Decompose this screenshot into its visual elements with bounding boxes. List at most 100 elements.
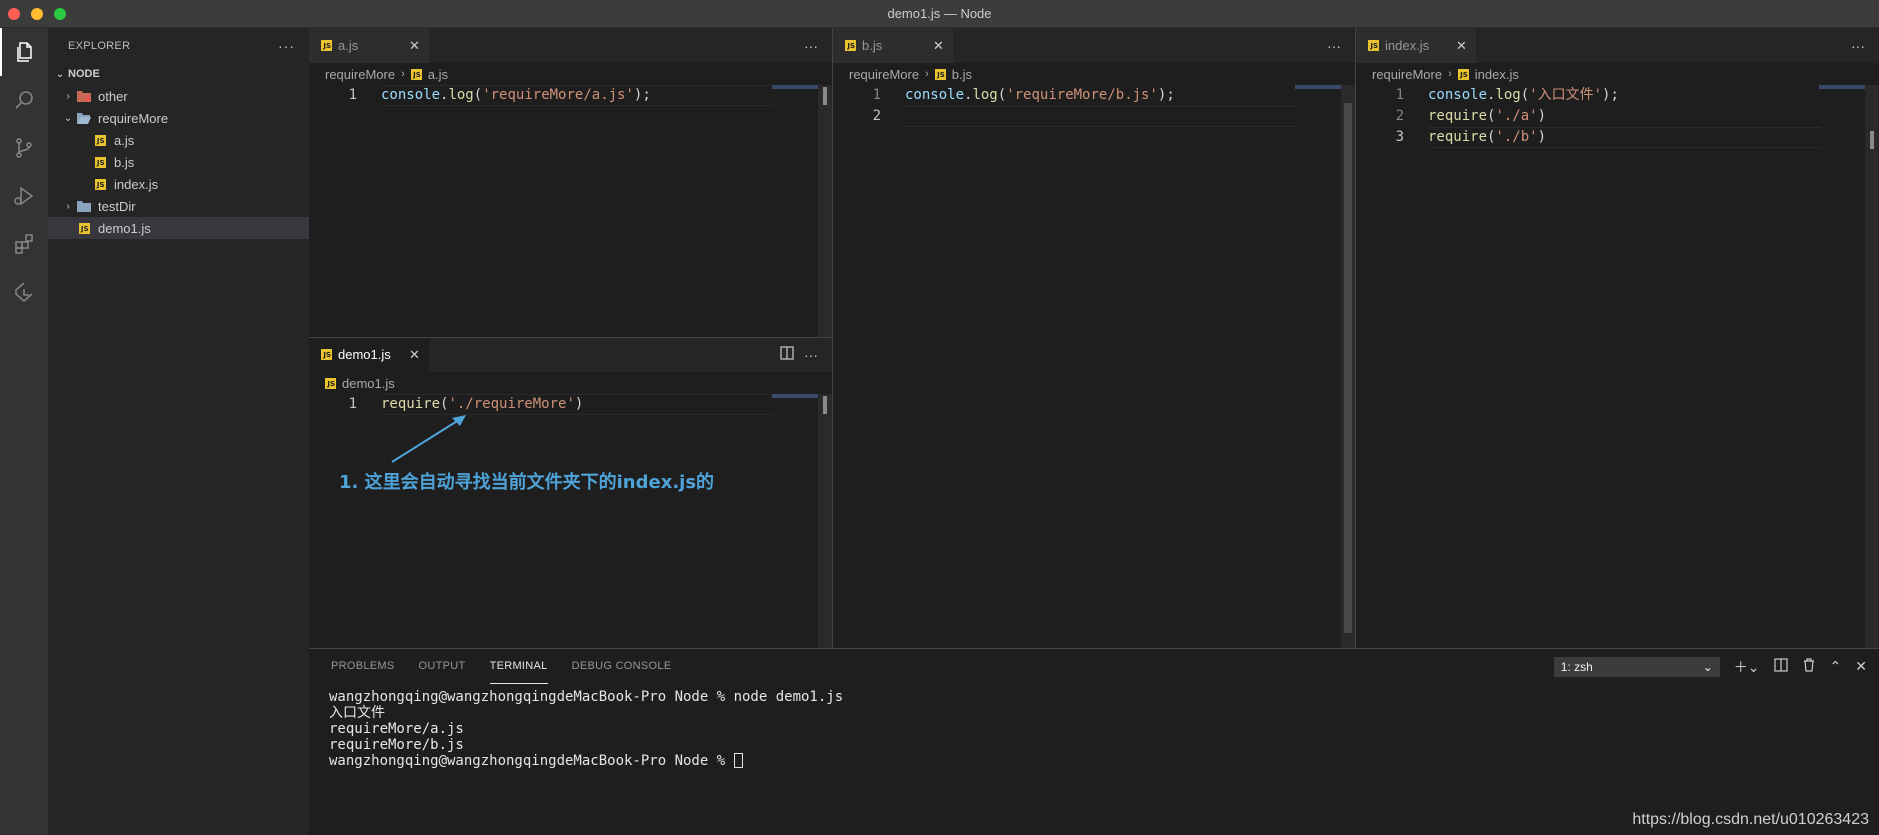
more-actions-icon[interactable]: ···	[804, 347, 818, 363]
maximize-panel-icon[interactable]: ⌃	[1830, 658, 1842, 675]
close-tab-icon[interactable]: ✕	[409, 337, 420, 372]
tree-folder-requiremore[interactable]: ⌄ requireMore	[48, 107, 309, 129]
tree-folder-other[interactable]: › other	[48, 85, 309, 107]
close-tab-icon[interactable]: ✕	[1456, 28, 1467, 63]
breadcrumb-folder[interactable]: requireMore	[1372, 67, 1442, 82]
code-editor[interactable]: 1 console.log('入口文件'); 2 require('./a') 3 req…	[1356, 85, 1879, 148]
chevron-right-icon: ›	[1448, 68, 1452, 80]
tree-file-demo1-js[interactable]: JS demo1.js	[48, 217, 309, 239]
code-editor[interactable]: 1 require('./requireMore')	[309, 394, 832, 415]
title-bar: demo1.js — Node	[0, 0, 1879, 28]
code-line[interactable]: 1 require('./requireMore')	[309, 394, 832, 415]
folder-open-icon	[76, 110, 92, 126]
editor-sash[interactable]	[309, 337, 832, 338]
split-terminal-icon[interactable]	[1773, 658, 1788, 675]
close-tab-icon[interactable]: ✕	[933, 28, 944, 63]
source-control-icon[interactable]	[0, 124, 48, 172]
run-debug-icon[interactable]	[0, 172, 48, 220]
chevron-right-icon: ›	[925, 68, 929, 80]
breadcrumb-folder[interactable]: requireMore	[849, 67, 919, 82]
vertical-scrollbar[interactable]	[818, 85, 832, 337]
code-token: log	[1495, 87, 1521, 103]
code-line[interactable]: 2 require('./a')	[1356, 106, 1879, 127]
scrollbar-thumb	[1344, 103, 1352, 633]
line-number: 3	[1395, 129, 1404, 145]
tab-bar: JS b.js ✕ ···	[833, 28, 1355, 63]
tree-file-index-js[interactable]: JS index.js	[48, 173, 309, 195]
terminal-line: 入口文件	[329, 705, 385, 721]
code-token: log	[448, 87, 474, 103]
annotation-text: 1. 这里会自动寻找当前文件夹下的index.js的	[339, 472, 715, 493]
close-panel-icon[interactable]: ✕	[1855, 658, 1867, 675]
search-icon[interactable]	[0, 76, 48, 124]
vertical-scrollbar[interactable]	[1865, 85, 1879, 648]
chevron-right-icon: ›	[401, 68, 405, 80]
tab-problems[interactable]: PROBLEMS	[331, 649, 395, 684]
tree-file-b-js[interactable]: JS b.js	[48, 151, 309, 173]
terminal-select[interactable]: 1: zsh ⌄	[1553, 656, 1720, 677]
code-line[interactable]: 1 console.log('requireMore/a.js');	[309, 85, 832, 106]
js-file-icon: JS	[92, 132, 108, 148]
js-file-icon: JS	[325, 377, 336, 389]
breadcrumb-file[interactable]: b.js	[952, 67, 972, 82]
terminal-output[interactable]: wangzhongqing@wangzhongqingdeMacBook-Pro…	[329, 689, 843, 769]
code-line[interactable]: 3 require('./b')	[1356, 127, 1879, 148]
breadcrumb-file[interactable]: index.js	[1475, 67, 1519, 82]
close-tab-icon[interactable]: ✕	[409, 28, 420, 63]
tree-item-label: index.js	[114, 176, 159, 192]
tab-terminal[interactable]: TERMINAL	[489, 649, 548, 684]
trash-icon[interactable]	[1802, 658, 1816, 675]
more-actions-icon[interactable]: ···	[1851, 38, 1865, 54]
code-token: (	[473, 87, 483, 103]
code-token: )	[1537, 108, 1547, 124]
code-text: require('./b')	[1428, 127, 1546, 148]
more-actions-icon[interactable]: ···	[1327, 38, 1341, 54]
editor-sash[interactable]	[1355, 28, 1356, 648]
workspace-root[interactable]: ⌄ NODE	[48, 63, 309, 85]
code-token: 'requireMore/b.js'	[1006, 87, 1158, 103]
code-line[interactable]: 1 console.log('requireMore/b.js');	[833, 85, 1355, 106]
tab-label: a.js	[338, 38, 359, 53]
js-file-icon: JS	[321, 40, 332, 51]
tab-output[interactable]: OUTPUT	[419, 649, 466, 684]
code-token: '入口文件'	[1529, 87, 1603, 103]
more-actions-icon[interactable]: ···	[278, 38, 295, 54]
vertical-scrollbar[interactable]	[1341, 85, 1355, 648]
code-token: )	[1537, 129, 1547, 145]
minimap[interactable]	[772, 394, 822, 398]
code-token: log	[972, 87, 998, 103]
tab-debug-console[interactable]: DEBUG CONSOLE	[572, 649, 672, 684]
bottom-panel: PROBLEMS OUTPUT TERMINAL DEBUG CONSOLE 1…	[309, 648, 1879, 835]
minimap[interactable]	[772, 85, 822, 89]
explorer-icon[interactable]	[0, 28, 48, 76]
breadcrumb-file[interactable]: demo1.js	[342, 376, 395, 391]
code-token: './b'	[1495, 129, 1538, 145]
code-editor[interactable]: 1 console.log('requireMore/b.js'); 2	[833, 85, 1355, 127]
tree-file-a-js[interactable]: JS a.js	[48, 129, 309, 151]
panel-tabs: PROBLEMS OUTPUT TERMINAL DEBUG CONSOLE	[309, 649, 695, 684]
code-token: )	[574, 396, 584, 412]
folder-icon	[76, 88, 92, 104]
minimap[interactable]	[1819, 85, 1869, 89]
line-number: 2	[872, 108, 881, 124]
terminal-line: requireMore/b.js	[329, 737, 464, 753]
js-file-icon: JS	[1368, 40, 1379, 51]
vertical-scrollbar[interactable]	[818, 394, 832, 648]
code-line[interactable]: 2	[833, 106, 1355, 127]
more-actions-icon[interactable]: ···	[804, 38, 818, 54]
extensions-icon[interactable]	[0, 220, 48, 268]
code-text: console.log('requireMore/a.js');	[381, 85, 651, 106]
split-editor-icon[interactable]	[780, 346, 794, 363]
remote-icon[interactable]	[0, 268, 48, 316]
chevron-down-icon: ⌄	[1702, 659, 1713, 674]
code-token: console	[381, 87, 441, 103]
new-terminal-icon[interactable]: ＋⌄	[1734, 657, 1760, 677]
code-editor[interactable]: 1 console.log('requireMore/a.js');	[309, 85, 832, 106]
tree-folder-testdir[interactable]: › testDir	[48, 195, 309, 217]
editor-actions: ···	[1851, 28, 1865, 63]
breadcrumb-file[interactable]: a.js	[428, 67, 448, 82]
code-line[interactable]: 1 console.log('入口文件');	[1356, 85, 1879, 106]
minimap[interactable]	[1295, 85, 1345, 89]
editor-sash[interactable]	[832, 28, 833, 648]
breadcrumb-folder[interactable]: requireMore	[325, 67, 395, 82]
